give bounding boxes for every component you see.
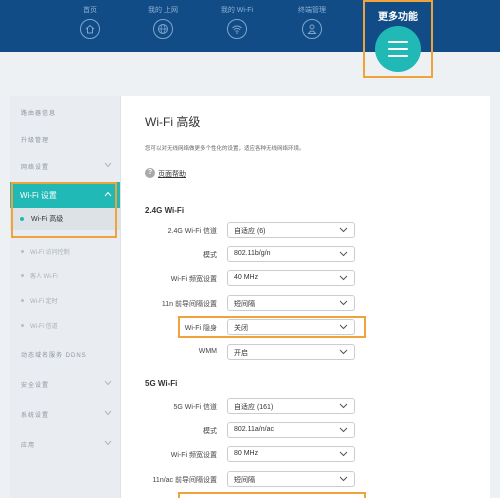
select-value: 关闭 xyxy=(234,325,248,332)
page-description: 您可以对无线网络做更多个性化的设置，适应各种无线网络环境。 xyxy=(145,146,305,152)
sidebar-subitem-label: Wi-Fi 定时 xyxy=(30,299,58,305)
select-value: 短间隔 xyxy=(234,477,255,484)
select-value: 80 MHz xyxy=(234,450,259,457)
field-label: Wi-Fi 隐身 xyxy=(184,325,217,332)
nav-wifi[interactable]: 我的 Wi-Fi xyxy=(207,6,267,39)
help-link-label: 页面帮助 xyxy=(158,171,186,178)
guard-interval-24g-select[interactable]: 短间隔 xyxy=(227,295,355,311)
help-icon: ? xyxy=(145,168,155,178)
chevron-down-icon xyxy=(339,403,348,409)
sidebar-item-system[interactable]: 系统设置 xyxy=(10,402,120,428)
select-value: 开启 xyxy=(234,350,248,357)
sidebar-subitem[interactable]: 客人 Wi-Fi xyxy=(10,266,120,286)
field-label: Wi-Fi 频宽设置 xyxy=(170,276,217,283)
chevron-down-icon xyxy=(339,275,348,281)
nav-home-label: 首页 xyxy=(83,7,97,14)
field-label: 2.4G Wi-Fi 信道 xyxy=(167,228,217,235)
select-value: 802.11b/g/n xyxy=(234,250,271,257)
select-value: 40 MHz xyxy=(234,274,259,281)
sidebar-subitem[interactable]: Wi-Fi 信道 xyxy=(10,316,120,336)
nav-devices[interactable]: 终端管理 xyxy=(282,6,342,39)
section-title-5g: 5G Wi-Fi xyxy=(145,379,178,388)
home-icon xyxy=(80,19,100,39)
sidebar-item-network[interactable]: 网络设置 xyxy=(10,154,120,180)
nav-devices-label: 终端管理 xyxy=(298,7,326,14)
wifi-icon xyxy=(227,19,247,39)
bandwidth-24g-select[interactable]: 40 MHz xyxy=(227,270,355,286)
sidebar-item-router-info[interactable]: 路由器信息 xyxy=(10,100,120,126)
sidebar: 路由器信息 升级管理 网络设置 Wi-Fi 设置 Wi-Fi 高级 Wi-Fi … xyxy=(10,96,121,498)
select-value: 自适应 (161) xyxy=(234,404,274,411)
field-label: 5G Wi-Fi 信道 xyxy=(173,404,217,411)
chevron-down-icon xyxy=(339,476,348,482)
chevron-down-icon xyxy=(339,349,348,355)
field-label: 11n 前导间隔设置 xyxy=(161,301,217,308)
sidebar-item-label: 安全设置 xyxy=(21,383,50,389)
sidebar-item-label: 动态域名服务 DDNS xyxy=(21,353,87,359)
hidden-ssid-24g-select[interactable]: 关闭 xyxy=(227,319,355,335)
sidebar-subitem-label: Wi-Fi 访问控制 xyxy=(30,250,70,256)
main-panel: Wi-Fi 高级 您可以对无线网络做更多个性化的设置，适应各种无线网络环境。 ?… xyxy=(121,96,490,498)
sidebar-highlight-frame xyxy=(11,182,117,238)
more-functions-button[interactable]: 更多功能 xyxy=(363,0,433,78)
bullet-icon xyxy=(21,324,24,327)
menu-icon xyxy=(375,26,421,72)
sidebar-item-apps[interactable]: 应用 xyxy=(10,432,120,458)
sidebar-subitem[interactable]: Wi-Fi 定时 xyxy=(10,291,120,311)
page-title: Wi-Fi 高级 xyxy=(145,115,201,129)
chevron-down-icon xyxy=(339,451,348,457)
chevron-down-icon xyxy=(339,427,348,433)
field-label: WMM xyxy=(198,348,217,355)
sidebar-item-label: 应用 xyxy=(21,443,36,449)
chevron-down-icon xyxy=(104,440,112,446)
chevron-down-icon xyxy=(339,324,348,330)
user-icon xyxy=(302,19,322,39)
bullet-icon xyxy=(21,274,24,277)
field-label: 模式 xyxy=(203,252,217,259)
nav-internet-label: 我的 上网 xyxy=(148,7,178,14)
bullet-icon xyxy=(21,250,24,253)
cropped-highlight-frame xyxy=(178,492,366,498)
field-label: 模式 xyxy=(203,428,217,435)
sidebar-item-label: 系统设置 xyxy=(21,413,50,419)
sidebar-subitem-label: Wi-Fi 信道 xyxy=(30,324,58,330)
channel-5g-select[interactable]: 自适应 (161) xyxy=(227,398,355,414)
mode-5g-select[interactable]: 802.11a/n/ac xyxy=(227,422,355,438)
globe-icon xyxy=(153,19,173,39)
sidebar-subitem-label: 客人 Wi-Fi xyxy=(30,274,58,280)
sidebar-item-label: 网络设置 xyxy=(21,165,50,171)
bullet-icon xyxy=(21,299,24,302)
field-label: Wi-Fi 频宽设置 xyxy=(170,452,217,459)
select-value: 802.11a/n/ac xyxy=(234,426,274,433)
field-label: 11n/ac 前导间隔设置 xyxy=(152,477,217,484)
select-value: 短间隔 xyxy=(234,301,255,308)
chevron-down-icon xyxy=(339,227,348,233)
nav-home[interactable]: 首页 xyxy=(60,6,120,39)
section-title-24g: 2.4G Wi-Fi xyxy=(145,206,185,215)
mode-24g-select[interactable]: 802.11b/g/n xyxy=(227,246,355,262)
sidebar-item-label: 路由器信息 xyxy=(21,111,57,117)
chevron-down-icon xyxy=(104,380,112,386)
sidebar-subitem[interactable]: Wi-Fi 访问控制 xyxy=(10,242,120,262)
more-functions-label: 更多功能 xyxy=(378,12,418,23)
nav-wifi-label: 我的 Wi-Fi xyxy=(220,7,254,14)
nav-internet[interactable]: 我的 上网 xyxy=(133,6,193,39)
sidebar-item-ddns[interactable]: 动态域名服务 DDNS xyxy=(10,342,120,368)
chevron-down-icon xyxy=(104,162,112,168)
sidebar-item-security[interactable]: 安全设置 xyxy=(10,372,120,398)
sidebar-item-label: 升级管理 xyxy=(21,138,50,144)
chevron-down-icon xyxy=(339,300,348,306)
wmm-24g-select[interactable]: 开启 xyxy=(227,344,355,360)
channel-24g-select[interactable]: 自适应 (6) xyxy=(227,222,355,238)
bandwidth-5g-select[interactable]: 80 MHz xyxy=(227,446,355,462)
select-value: 自适应 (6) xyxy=(234,228,266,235)
chevron-down-icon xyxy=(339,251,348,257)
sidebar-item-upgrade[interactable]: 升级管理 xyxy=(10,127,120,153)
chevron-down-icon xyxy=(104,410,112,416)
guard-interval-5g-select[interactable]: 短间隔 xyxy=(227,471,355,487)
